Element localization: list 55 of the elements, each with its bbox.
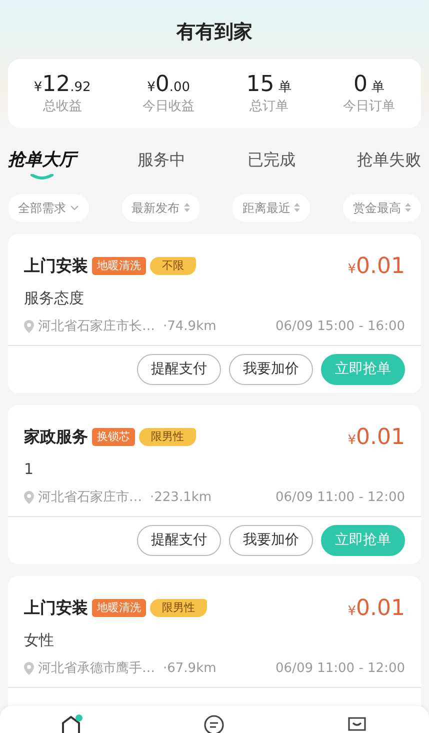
home-icon[interactable] [60,714,84,733]
tag: 限男性 [139,428,196,446]
filter-button[interactable]: 最新发布 [122,194,200,222]
order-note: 服务态度 [24,288,85,309]
time-range: 06/09 11:00 - 12:00 [276,489,405,508]
location-pin-icon [24,662,34,676]
tag: 限男性 [150,599,207,617]
tab[interactable]: 抢单大厅 [8,148,76,174]
action-button[interactable]: 提醒支付 [137,524,221,556]
stat-value: ¥12.92 [32,72,92,97]
tab[interactable]: 抢单失败 [356,148,421,172]
price: ¥0.01 [348,424,405,452]
tag: 换锁芯 [92,428,135,446]
location-pin-icon [24,320,34,334]
location-pin-icon [24,491,34,504]
stat-value: 15 单 [245,72,292,97]
app-title: 有有到家 [176,20,252,45]
order-title: 家政服务 [24,426,88,448]
sort-icon [184,203,190,212]
tag: 地暖清洗 [92,257,146,275]
stat-label: 今日订单 [342,98,396,116]
stat-value: 0 单 [352,72,386,97]
tag: 地暖清洗 [92,599,146,617]
order-title: 上门安装 [24,255,88,278]
distance: ·67.9km [163,660,216,678]
order-note: 女性 [24,630,55,651]
stat-label: 今日收益 [142,98,196,116]
address: 河北省石家庄市… [38,489,142,508]
order-note: 1 [24,458,35,480]
filter-button[interactable]: 全部需求 [8,194,89,222]
tab-indicator [30,174,54,180]
tab[interactable]: 服务中 [138,148,186,172]
time-range: 06/09 15:00 - 16:00 [276,318,405,336]
distance: ·74.9km [163,318,216,336]
sort-icon [294,203,300,212]
chevron-down-icon [70,204,79,211]
action-button[interactable]: 提醒支付 [137,354,221,385]
order-title: 上门安装 [24,597,88,620]
address: 河北省石家庄市长… [38,318,155,336]
action-button[interactable]: 我要加价 [229,354,313,385]
tab[interactable]: 已完成 [247,148,296,172]
filter-button[interactable]: 赏金最高 [342,194,421,222]
address: 河北省承德市鹰手… [38,660,155,678]
sort-icon [404,203,411,212]
time-range: 06/09 11:00 - 12:00 [276,660,405,678]
action-button[interactable]: 我要加价 [229,524,313,556]
price: ¥0.01 [348,594,405,623]
stat-value: ¥0.00 [146,72,192,97]
stat-label: 总收益 [42,98,83,116]
filter-button[interactable]: 距离最近 [232,194,310,222]
stat-label: 总订单 [248,98,290,116]
distance: ·223.1km [150,489,212,508]
tag: 不限 [150,257,196,275]
message-icon[interactable] [202,714,226,733]
price: ¥0.01 [348,252,405,281]
